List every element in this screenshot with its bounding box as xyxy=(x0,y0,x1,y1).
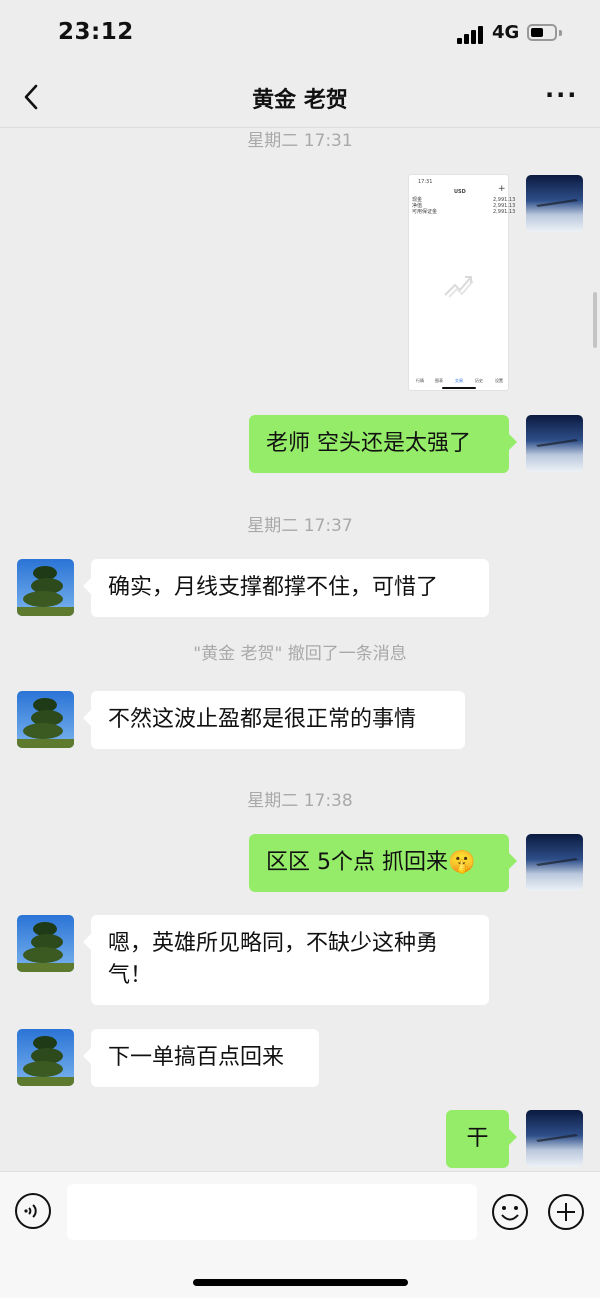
message-line: 气！ xyxy=(108,963,153,988)
input-bar xyxy=(0,1171,600,1298)
status-bar: 23:12 4G xyxy=(0,0,600,66)
sent-message[interactable]: 老师 空头还是太强了 xyxy=(249,415,517,473)
home-indicator[interactable] xyxy=(193,1279,408,1286)
shared-screenshot-message[interactable]: 17:31 USD + 现金 2,991.13 净值 2,991.13 可用保证… xyxy=(408,174,515,391)
contact-avatar[interactable] xyxy=(17,691,74,748)
mini-row-label: 可用保证金 xyxy=(412,209,438,215)
my-avatar[interactable] xyxy=(526,415,583,472)
received-message[interactable]: 不然这波止盈都是很正常的事情 xyxy=(83,691,465,749)
voice-icon[interactable] xyxy=(14,1192,52,1230)
plus-icon[interactable] xyxy=(546,1192,586,1232)
timestamp: 星期二 17:31 xyxy=(247,131,353,151)
sent-message-text: 区区 5个点 抓回来 xyxy=(266,850,448,875)
battery-cap xyxy=(559,30,562,36)
recall-notice: "黄金 老贺" 撤回了一条消息 xyxy=(193,644,407,664)
message-line: 嗯，英雄所见略同，不缺少这种勇 xyxy=(108,931,439,956)
mini-tab: 图表 xyxy=(435,378,443,383)
mini-tab: 交易 xyxy=(455,378,463,383)
contact-avatar[interactable] xyxy=(17,915,74,972)
mini-row-value: 2,991.13 xyxy=(493,209,516,215)
my-avatar[interactable] xyxy=(526,834,583,891)
mini-tab: 设置 xyxy=(495,378,503,383)
empty-chart-icon xyxy=(444,276,474,298)
scrollbar[interactable] xyxy=(593,292,597,348)
signal-icon xyxy=(457,24,485,44)
chat-header: 黄金 老贺 ··· xyxy=(0,66,600,128)
mini-home-indicator xyxy=(442,387,476,389)
emoji-icon[interactable] xyxy=(490,1192,530,1232)
battery-icon xyxy=(527,24,557,41)
contact-avatar[interactable] xyxy=(17,1029,74,1086)
my-avatar[interactable] xyxy=(526,175,583,232)
my-avatar[interactable] xyxy=(526,1110,583,1167)
mini-tab: 历史 xyxy=(475,378,483,383)
sent-message[interactable]: 区区 5个点 抓回来🤫 xyxy=(249,834,517,892)
status-time: 23:12 xyxy=(58,19,134,45)
shush-emoji-icon: 🤫 xyxy=(447,850,476,875)
sent-message[interactable]: 干 xyxy=(446,1110,517,1168)
mini-time: 17:31 xyxy=(418,179,433,185)
timestamp: 星期二 17:37 xyxy=(247,516,353,536)
chat-title: 黄金 老贺 xyxy=(252,88,348,113)
message-input[interactable] xyxy=(67,1184,477,1240)
received-message[interactable]: 确实，月线支撑都撑不住，可惜了 xyxy=(83,559,489,617)
contact-avatar[interactable] xyxy=(17,559,74,616)
network-label: 4G xyxy=(492,22,520,43)
timestamp: 星期二 17:38 xyxy=(247,791,353,811)
mini-symbol: USD xyxy=(454,189,466,195)
mini-plus: + xyxy=(498,184,506,194)
received-message[interactable]: 嗯，英雄所见略同，不缺少这种勇 气！ xyxy=(83,915,489,1005)
mini-tabbar: 行情 图表 交易 历史 设置 xyxy=(411,371,506,385)
more-icon[interactable]: ··· xyxy=(545,83,577,107)
mini-tab: 行情 xyxy=(416,378,424,383)
received-message[interactable]: 下一单搞百点回来 xyxy=(83,1029,319,1087)
